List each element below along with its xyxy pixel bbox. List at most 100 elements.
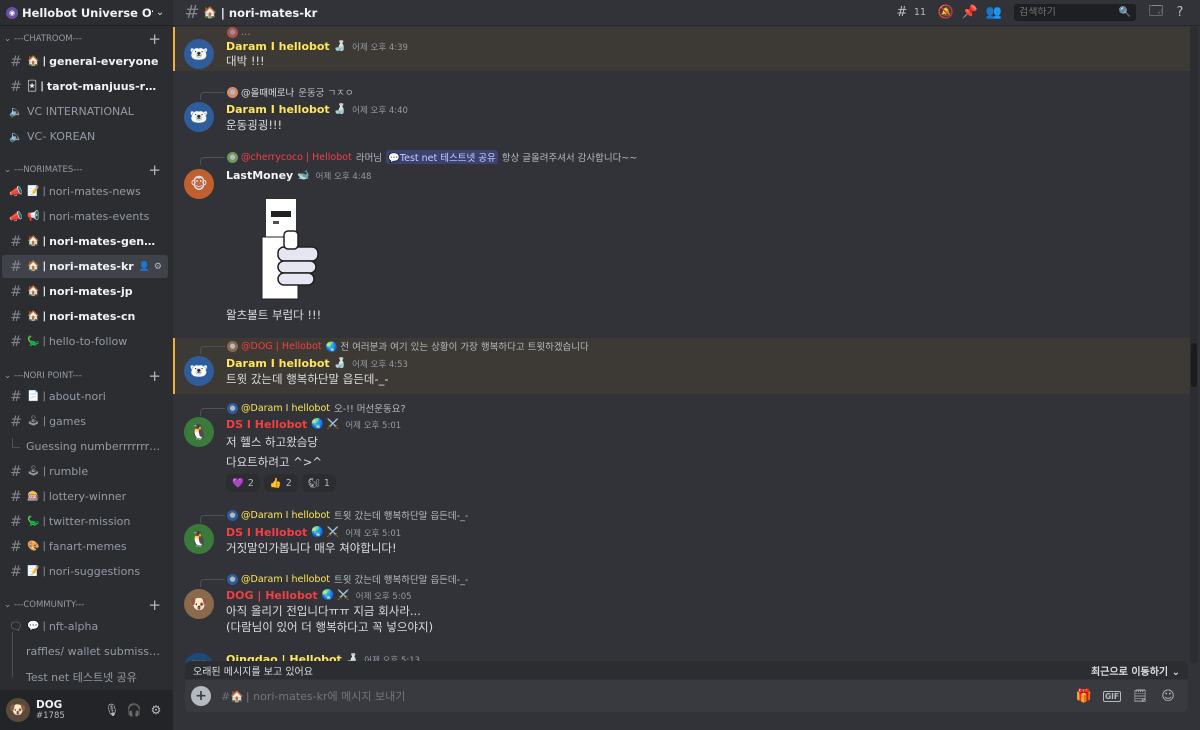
gift-icon[interactable]: 🎁 <box>1070 685 1098 707</box>
reaction-thumbs-up[interactable]: 👍 2 <box>263 474 298 492</box>
author-name[interactable]: Daram I hellobot <box>226 103 330 116</box>
channel-nori-mates-general[interactable]: # 🏠 | nori-mates-gene... <box>2 230 168 253</box>
voice-channel-international[interactable]: 🔈 VC INTERNATIONAL <box>2 100 168 123</box>
reply-preview[interactable]: ● … <box>227 27 251 39</box>
add-channel-icon[interactable]: + <box>148 368 161 384</box>
thread-raffles-wallet[interactable]: raffles/ wallet submission <box>20 640 168 663</box>
avatar[interactable]: 🐧 <box>184 417 214 447</box>
channel-emoji: 🏠 <box>203 6 217 19</box>
author-name[interactable]: Daram I hellobot <box>226 40 330 53</box>
avatar[interactable]: 🐻‍❄️ <box>184 102 214 132</box>
reply-preview[interactable]: ● @올때메로나 운동궁 ㄱㅈㅇ <box>200 85 354 100</box>
jump-to-present-button[interactable]: 최근으로 이동하기 ⌄ <box>1091 663 1180 678</box>
author-name[interactable]: LastMoney <box>226 169 293 182</box>
voice-channel-korean[interactable]: 🔈 VC- KOREAN <box>2 125 168 148</box>
add-channel-icon[interactable]: + <box>148 597 161 613</box>
channel-emoji: 📝 <box>27 566 40 577</box>
scrollbar[interactable] <box>1190 27 1198 663</box>
author-name[interactable]: Daram I hellobot <box>226 357 330 370</box>
channel-sidebar: ◉ Hellobot Universe Of... ⌄ ⌄ ---CHATROO… <box>0 0 173 730</box>
avatar[interactable]: 🐶 <box>6 698 30 722</box>
scrollbar-thumb[interactable] <box>1191 343 1197 387</box>
channel-nori-suggestions[interactable]: # 📝 | nori-suggestions <box>2 560 168 583</box>
reply-avatar: ● <box>227 27 238 38</box>
category-community[interactable]: ⌄ ---COMMUNITY--- + <box>0 597 173 613</box>
channel-nori-mates-cn[interactable]: # 🏠 | nori-mates-cn <box>2 305 168 328</box>
channel-prefix: | <box>42 261 47 272</box>
reaction-heart[interactable]: 💜 2 <box>226 474 260 492</box>
reply-preview[interactable]: ● @Daram I hellobot 트윗 갔는데 행복하단말 읍든데-_- <box>200 572 468 587</box>
gif-button[interactable]: GIF <box>1098 685 1126 707</box>
server-header[interactable]: ◉ Hellobot Universe Of... ⌄ <box>0 0 173 26</box>
message-input[interactable] <box>245 689 1070 703</box>
thread-guessing-number[interactable]: Guessing numberrrrrrr ... <box>20 435 168 458</box>
inbox-icon[interactable]: 🗔 <box>1144 1 1168 25</box>
user-info[interactable]: DOG #1785 <box>36 699 101 721</box>
channel-nori-mates-events[interactable]: 📣 📢 | nori-mates-events <box>2 205 168 228</box>
author-name[interactable]: DS I Hellobot <box>226 418 307 431</box>
author-name[interactable]: DS I Hellobot <box>226 526 307 539</box>
mute-bell-icon[interactable]: 🔕 <box>934 1 958 25</box>
reply-text: 🌏 전 여러분과 여기 있는 상황이 가장 행복하다고 트윗하겠습니다 <box>325 342 589 353</box>
channel-rumble[interactable]: # 🕹 | rumble <box>2 460 168 483</box>
user-panel: 🐶 DOG #1785 🎙 🎧 ⚙ <box>0 690 173 730</box>
search-box[interactable]: 🔍 <box>1014 4 1136 21</box>
sticker-icon[interactable]: 🗒 <box>1126 685 1154 707</box>
search-input[interactable] <box>1019 7 1119 18</box>
message: ● … 🐻‍❄️ Daram I hellobot 🍶 어제 오후 4:39 대… <box>173 27 1190 71</box>
channel-nori-mates-kr[interactable]: # 🏠 | nori-mates-kr 👤 ⚙ <box>2 255 168 278</box>
avatar[interactable]: 🐶 <box>184 589 214 619</box>
channel-nori-mates-news[interactable]: 📣 📝 | nori-mates-news <box>2 180 168 203</box>
thread-hash-icon: # <box>184 2 200 23</box>
channel-about-nori[interactable]: # 📄 | about-nori <box>2 385 168 408</box>
avatar[interactable]: 🐻‍❄️ <box>184 39 214 69</box>
headphones-icon[interactable]: 🎧 <box>123 699 145 721</box>
channel-general-everyone[interactable]: # 🏠 | general-everyone <box>2 50 168 73</box>
reply-preview[interactable]: ● @DOG | Hellobot 🌏 전 여러분과 여기 있는 상황이 가장 … <box>200 339 589 354</box>
category-norimates[interactable]: ⌄ ---NORIMATES--- + <box>0 162 173 178</box>
author-name[interactable]: DOG | Hellobot <box>226 589 318 602</box>
chevron-down-icon[interactable]: ⌄ <box>153 7 167 18</box>
thread-hash-icon: # <box>10 413 22 430</box>
avatar[interactable]: 🐵 <box>184 169 214 199</box>
reply-preview[interactable]: ● @cherrycoco | Hellobot 라머님 💬Test net 테… <box>200 150 637 165</box>
threads-icon[interactable]: # <box>890 1 914 25</box>
channel-fanart-memes[interactable]: # 🎨 | fanart-memes <box>2 535 168 558</box>
thread-test-net[interactable]: Test net 테스트넷 공유 <box>20 665 168 688</box>
role-badge: 🌏 ⚔️ <box>311 419 340 430</box>
gear-icon[interactable]: ⚙ <box>154 262 162 272</box>
emoji-icon[interactable]: ☺ <box>1154 685 1182 707</box>
avatar[interactable]: 🐻‍❄️ <box>184 356 214 386</box>
add-channel-icon[interactable]: + <box>148 162 161 178</box>
avatar[interactable]: 🐧 <box>184 524 214 554</box>
channel-emoji: 💬 <box>27 621 40 632</box>
reply-line <box>200 408 225 416</box>
older-messages-label: 오래된 메시지를 보고 있어요 <box>193 666 313 678</box>
reaction-squirrel[interactable]: 🐿 1 <box>301 474 336 492</box>
category-chatroom[interactable]: ⌄ ---CHATROOM--- + <box>0 31 173 47</box>
reply-preview[interactable]: ● @Daram I hellobot 오-!! 머선운동요? <box>200 401 406 416</box>
help-icon[interactable]: ? <box>1168 1 1192 25</box>
channel-nori-mates-jp[interactable]: # 🏠 | nori-mates-jp <box>2 280 168 303</box>
channel-twitter-mission[interactable]: # 🦕 | twitter-mission <box>2 510 168 533</box>
channel-games[interactable]: # 🕹 | games <box>2 410 168 433</box>
thread-hash-icon: # <box>10 53 22 70</box>
composer-input-area[interactable]: #🏠 <box>221 689 1070 703</box>
channel-nft-alpha[interactable]: 🗨 💬 | nft-alpha <box>2 615 168 638</box>
channel-emoji: 🏠 <box>27 56 40 67</box>
attach-plus-button[interactable]: + <box>191 686 211 706</box>
microphone-icon[interactable]: 🎙 <box>101 699 123 721</box>
reactions: 💜 2 👍 2 🐿 1 <box>226 474 336 492</box>
add-channel-icon[interactable]: + <box>148 31 161 47</box>
thumbs-up-sticker[interactable] <box>248 197 323 302</box>
reply-preview[interactable]: ● @Daram I hellobot 트윗 갔는데 행복하단말 읍든데-_- <box>200 508 468 523</box>
channel-lottery-winner[interactable]: # 🎰 | lottery-winner <box>2 485 168 508</box>
gear-icon[interactable]: ⚙ <box>145 699 167 721</box>
category-nori-point[interactable]: ⌄ ---NORI POINT--- + <box>0 368 173 384</box>
channel-hello-to-follow[interactable]: # 🦕 | hello-to-follow <box>2 330 168 353</box>
channel-mention[interactable]: 💬Test net 테스트넷 공유 <box>386 150 498 164</box>
channel-tarot[interactable]: # 🃏 | tarot-manjuus-ro... <box>2 75 168 98</box>
add-member-icon[interactable]: 👤 <box>139 262 150 272</box>
members-icon[interactable]: 👥 <box>982 1 1006 25</box>
pin-icon[interactable]: 📌 <box>958 1 982 25</box>
